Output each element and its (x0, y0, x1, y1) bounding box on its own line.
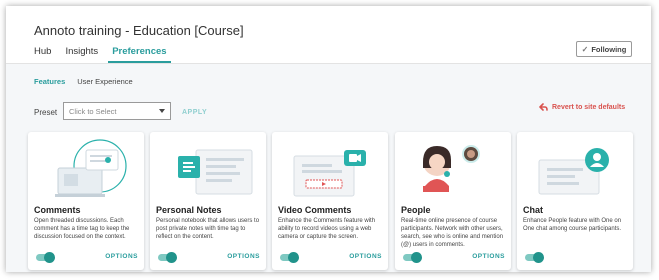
toggle-knob (533, 252, 544, 263)
tab-user-experience[interactable]: User Experience (77, 77, 132, 86)
feature-card-comments: Comments Open threaded discussions. Each… (28, 132, 144, 270)
toggle-knob (166, 252, 177, 263)
page-header: Annoto training - Education [Course] Hub… (6, 6, 651, 64)
preset-select[interactable]: Click to Select (63, 102, 171, 120)
following-label: Following (591, 44, 627, 54)
comments-illustration (55, 139, 127, 197)
options-button[interactable]: OPTIONS (472, 253, 505, 260)
chat-illustration (538, 148, 609, 195)
video-comments-illustration (293, 150, 366, 197)
tab-insights[interactable]: Insights (65, 46, 98, 63)
preset-placeholder: Click to Select (69, 106, 117, 116)
revert-label: Revert to site defaults (552, 104, 626, 111)
options-button[interactable]: OPTIONS (105, 253, 138, 260)
undo-arrow-icon (539, 103, 548, 111)
tab-preferences[interactable]: Preferences (108, 46, 171, 63)
options-button[interactable]: OPTIONS (349, 253, 382, 260)
revert-button[interactable]: Revert to site defaults (538, 103, 625, 112)
feature-description: Enhance the Comments feature with abilit… (278, 218, 376, 240)
feature-title: People (401, 205, 431, 215)
feature-toggle[interactable] (525, 252, 544, 263)
notes-illustration (178, 149, 253, 195)
feature-card-chat: Chat Enhance People feature with One on … (517, 132, 633, 270)
feature-card-personal-notes: Personal Notes Personal notebook that al… (150, 132, 266, 270)
feature-toggle[interactable] (403, 252, 422, 263)
page-title: Annoto training - Education [Course] (34, 23, 244, 38)
options-button[interactable]: OPTIONS (227, 253, 260, 260)
feature-description: Real-time online presence of course part… (401, 218, 504, 248)
feature-card-video-comments: Video Comments Enhance the Comments feat… (272, 132, 388, 270)
check-icon: ✓ (581, 44, 589, 54)
main-tabs: Hub Insights Preferences (34, 46, 185, 63)
feature-toggle[interactable] (36, 252, 55, 263)
app-window: Annoto training - Education [Course] Hub… (6, 6, 651, 272)
feature-description: Enhance People feature with One on One c… (523, 218, 622, 232)
feature-card-people: People Real-time online presence of cour… (395, 132, 511, 270)
toggle-knob (44, 252, 55, 263)
toggle-knob (288, 252, 299, 263)
feature-description: Personal notebook that allows users to p… (156, 218, 260, 240)
tab-features[interactable]: Features (34, 77, 65, 86)
sub-tabs: Features User Experience (34, 77, 145, 86)
feature-toggle[interactable] (158, 252, 177, 263)
chevron-down-icon (159, 109, 165, 113)
preferences-content: Features User Experience Preset Click to… (6, 64, 651, 272)
feature-description: Open threaded discussions. Each comment … (34, 218, 130, 240)
feature-title: Comments (34, 205, 81, 215)
feature-title: Chat (523, 205, 543, 215)
people-illustration (423, 145, 480, 192)
following-button[interactable]: ✓ Following (576, 41, 632, 57)
preset-label: Preset (34, 108, 58, 117)
toggle-knob (411, 252, 422, 263)
feature-title: Personal Notes (156, 205, 222, 215)
feature-toggle[interactable] (280, 252, 299, 263)
tab-hub[interactable]: Hub (34, 46, 51, 63)
apply-button[interactable]: APPLY (182, 109, 207, 116)
feature-title: Video Comments (278, 205, 352, 215)
